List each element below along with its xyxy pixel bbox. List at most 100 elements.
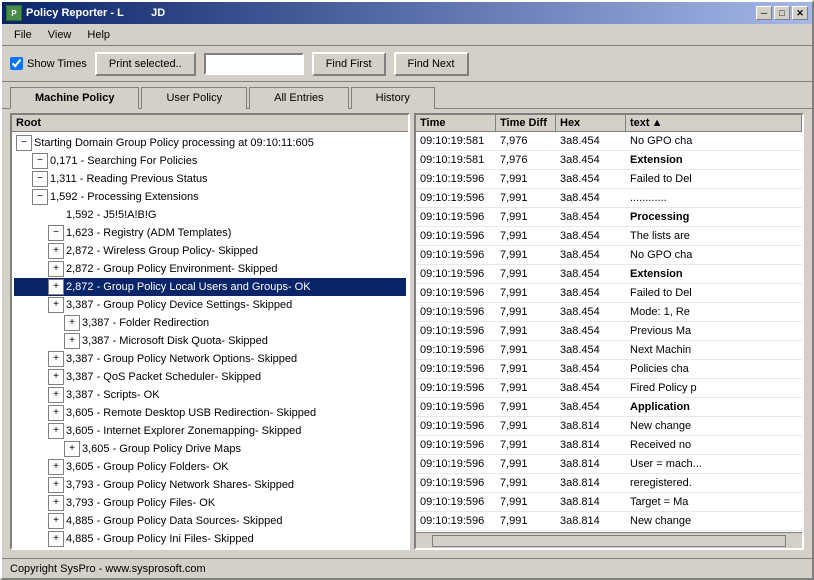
tree-item[interactable]: +3,605 - Group Policy Drive Maps bbox=[14, 440, 406, 458]
tree-item[interactable]: −Starting Domain Group Policy processing… bbox=[14, 134, 406, 152]
find-next-button[interactable]: Find Next bbox=[394, 52, 469, 76]
table-cell-timediff: 7,991 bbox=[496, 265, 556, 283]
print-selected-button[interactable]: Print selected.. bbox=[95, 52, 196, 76]
table-row[interactable]: 09:10:19:5967,9913a8.454Policies cha bbox=[416, 360, 802, 379]
expand-icon[interactable]: + bbox=[64, 441, 80, 457]
table-row[interactable]: 09:10:19:5817,9763a8.454No GPO cha bbox=[416, 132, 802, 151]
expand-icon[interactable]: + bbox=[48, 495, 64, 511]
expand-icon[interactable]: + bbox=[48, 297, 64, 313]
table-row[interactable]: 09:10:19:5967,9913a8.454Extension bbox=[416, 265, 802, 284]
table-row[interactable]: 09:10:19:5967,9913a8.454............ bbox=[416, 189, 802, 208]
tree-item[interactable]: +3,387 - Scripts- OK bbox=[14, 386, 406, 404]
expand-icon[interactable]: + bbox=[64, 315, 80, 331]
table-row[interactable]: 09:10:19:5967,9913a8.454Failed to Del bbox=[416, 284, 802, 303]
expand-icon[interactable]: + bbox=[48, 459, 64, 475]
table-row[interactable]: 09:10:19:5967,9913a8.454Failed to Del bbox=[416, 170, 802, 189]
table-cell-text: Failed to Del bbox=[626, 284, 802, 302]
table-col-header-hex[interactable]: Hex bbox=[556, 115, 626, 131]
expand-icon[interactable]: + bbox=[48, 369, 64, 385]
collapse-icon[interactable]: − bbox=[16, 135, 32, 151]
expand-icon[interactable]: + bbox=[48, 405, 64, 421]
expand-icon[interactable]: + bbox=[48, 423, 64, 439]
tree-item[interactable]: −1,311 - Reading Previous Status bbox=[14, 170, 406, 188]
hscroll-track[interactable] bbox=[432, 535, 786, 547]
tree-item[interactable]: +2,872 - Group Policy Environment- Skipp… bbox=[14, 260, 406, 278]
expand-icon[interactable]: + bbox=[48, 387, 64, 403]
tree-item[interactable]: +2,872 - Wireless Group Policy- Skipped bbox=[14, 242, 406, 260]
table-row[interactable]: 09:10:19:5967,9913a8.454Mode: 1, Re bbox=[416, 303, 802, 322]
tree-item[interactable]: +3,605 - Group Policy Folders- OK bbox=[14, 458, 406, 476]
collapse-icon[interactable]: − bbox=[32, 171, 48, 187]
tree-item[interactable]: +3,793 - Group Policy Files- OK bbox=[14, 494, 406, 512]
tab-history[interactable]: History bbox=[351, 87, 435, 109]
expand-icon[interactable]: + bbox=[48, 243, 64, 259]
table-header: TimeTime DiffHextext ▲ bbox=[416, 115, 802, 132]
tab-all-entries[interactable]: All Entries bbox=[249, 87, 349, 109]
menu-file[interactable]: File bbox=[6, 27, 40, 43]
expand-icon[interactable]: + bbox=[48, 351, 64, 367]
table-col-header-text[interactable]: text ▲ bbox=[626, 115, 802, 131]
tree-item[interactable]: +4,885 - Group Policy Ini Files- Skipped bbox=[14, 530, 406, 548]
table-body[interactable]: 09:10:19:5817,9763a8.454No GPO cha09:10:… bbox=[416, 132, 802, 532]
tree-item[interactable]: +4,885 - Group Policy Data Sources- Skip… bbox=[14, 512, 406, 530]
expand-icon[interactable]: + bbox=[48, 531, 64, 547]
tree-item[interactable]: +3,387 - Group Policy Device Settings- S… bbox=[14, 296, 406, 314]
table-row[interactable]: 09:10:19:5967,9913a8.454Next Machin bbox=[416, 341, 802, 360]
table-row[interactable]: 09:10:19:5967,9913a8.454No GPO cha bbox=[416, 246, 802, 265]
table-col-header-time-diff[interactable]: Time Diff bbox=[496, 115, 556, 131]
tree-item[interactable]: −0,171 - Searching For Policies bbox=[14, 152, 406, 170]
tree-item-label: 2,872 - Group Policy Environment- Skippe… bbox=[66, 261, 278, 277]
table-row[interactable]: 09:10:19:5967,9913a8.454Fired Policy p bbox=[416, 379, 802, 398]
maximize-button[interactable]: □ bbox=[774, 6, 790, 20]
find-first-button[interactable]: Find First bbox=[312, 52, 386, 76]
tab-user-policy[interactable]: User Policy bbox=[141, 87, 247, 109]
tree-item[interactable]: +3,605 - Remote Desktop USB Redirection-… bbox=[14, 404, 406, 422]
collapse-icon[interactable]: − bbox=[32, 189, 48, 205]
tab-machine-policy[interactable]: Machine Policy bbox=[10, 87, 139, 109]
collapse-icon[interactable]: − bbox=[48, 225, 64, 241]
table-col-header-time[interactable]: Time bbox=[416, 115, 496, 131]
show-times-label[interactable]: Show Times bbox=[10, 57, 87, 70]
expand-icon[interactable]: + bbox=[48, 513, 64, 529]
horizontal-scrollbar[interactable] bbox=[416, 532, 802, 548]
tree-item-label: 3,605 - Group Policy Drive Maps bbox=[82, 441, 241, 457]
tree-item[interactable]: −1,623 - Registry (ADM Templates) bbox=[14, 224, 406, 242]
table-cell-hex: 3a8.814 bbox=[556, 417, 626, 435]
tree-item[interactable]: +3,387 - Microsoft Disk Quota- Skipped bbox=[14, 332, 406, 350]
table-row[interactable]: 09:10:19:5967,9913a8.454The lists are bbox=[416, 227, 802, 246]
tree-item[interactable]: +3,387 - Group Policy Network Options- S… bbox=[14, 350, 406, 368]
minimize-button[interactable]: ─ bbox=[756, 6, 772, 20]
table-row[interactable]: 09:10:19:5967,9913a8.814Target = Ma bbox=[416, 493, 802, 512]
close-button[interactable]: ✕ bbox=[792, 6, 808, 20]
table-row[interactable]: 09:10:19:5967,9913a8.814New change bbox=[416, 417, 802, 436]
tree-item[interactable]: 1,592 - J5!5!A!B!G bbox=[14, 206, 406, 224]
table-row[interactable]: 09:10:19:5967,9913a8.454Application bbox=[416, 398, 802, 417]
tree-item[interactable]: +2,872 - Group Policy Local Users and Gr… bbox=[14, 278, 406, 296]
table-cell-hex: 3a8.814 bbox=[556, 493, 626, 511]
search-input-area[interactable] bbox=[204, 53, 304, 75]
show-times-checkbox[interactable] bbox=[10, 57, 23, 70]
tree-item[interactable]: −1,592 - Processing Extensions bbox=[14, 188, 406, 206]
show-times-text: Show Times bbox=[27, 58, 87, 70]
expand-icon[interactable]: + bbox=[64, 333, 80, 349]
tree-item[interactable]: +3,387 - Folder Redirection bbox=[14, 314, 406, 332]
table-row[interactable]: 09:10:19:5967,9913a8.454Previous Ma bbox=[416, 322, 802, 341]
tree-item[interactable]: +3,387 - QoS Packet Scheduler- Skipped bbox=[14, 368, 406, 386]
tree-area[interactable]: −Starting Domain Group Policy processing… bbox=[12, 132, 408, 548]
table-row[interactable]: 09:10:19:5967,9913a8.814Received no bbox=[416, 436, 802, 455]
table-cell-time: 09:10:19:581 bbox=[416, 151, 496, 169]
table-row[interactable]: 09:10:19:5967,9913a8.454Processing bbox=[416, 208, 802, 227]
expand-icon[interactable]: + bbox=[48, 279, 64, 295]
table-row[interactable]: 09:10:19:5967,9913a8.814User = mach... bbox=[416, 455, 802, 474]
table-row[interactable]: 09:10:19:5967,9913a8.814reregistered. bbox=[416, 474, 802, 493]
expand-icon[interactable]: + bbox=[48, 261, 64, 277]
table-cell-time: 09:10:19:581 bbox=[416, 132, 496, 150]
tree-item[interactable]: +3,793 - Group Policy Network Shares- Sk… bbox=[14, 476, 406, 494]
menu-view[interactable]: View bbox=[40, 27, 80, 43]
tree-item[interactable]: +3,605 - Internet Explorer Zonemapping- … bbox=[14, 422, 406, 440]
table-row[interactable]: 09:10:19:5967,9913a8.814New change bbox=[416, 512, 802, 531]
menu-help[interactable]: Help bbox=[79, 27, 118, 43]
expand-icon[interactable]: + bbox=[48, 477, 64, 493]
collapse-icon[interactable]: − bbox=[32, 153, 48, 169]
table-row[interactable]: 09:10:19:5817,9763a8.454Extension bbox=[416, 151, 802, 170]
